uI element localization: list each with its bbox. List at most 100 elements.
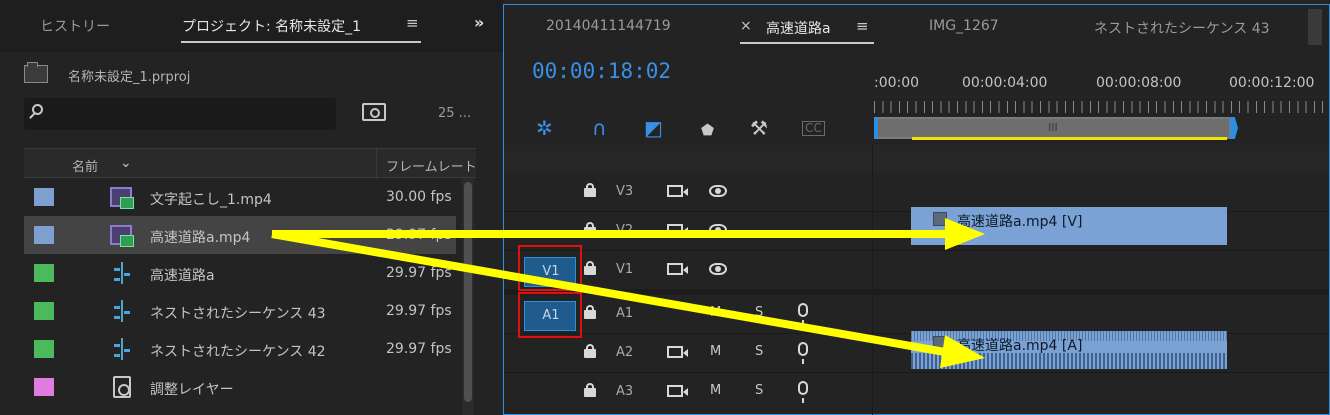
label-color-swatch[interactable] [34,188,54,206]
mute-button[interactable]: M [710,305,721,320]
track-v3: V3 [504,173,1329,211]
playhead-timecode[interactable]: 00:00:18:02 [532,59,671,83]
find-in-bin-icon[interactable] [362,103,386,121]
lock-icon[interactable] [584,305,596,319]
solo-button[interactable]: S [755,383,763,398]
timeline-menu-icon[interactable]: ≡ [856,17,869,35]
track-v1: V1 V1 [504,251,1329,289]
project-list-scrollbar[interactable] [462,178,474,415]
highlight-box-v1 [518,245,582,291]
sync-lock-camera-icon[interactable] [667,346,688,358]
highlight-box-a1 [518,292,582,338]
settings-wrench-icon[interactable]: ⚒ [750,117,768,139]
close-tab-icon[interactable]: × [740,18,752,34]
eye-icon[interactable] [709,224,727,236]
sequence-icon [114,338,130,360]
render-bar [912,137,1227,140]
sync-lock-camera-icon[interactable] [667,263,688,275]
item-frame-rate: 29.97 fps [386,227,452,243]
solo-button[interactable]: S [755,344,763,359]
captions-icon[interactable]: CC [802,121,825,136]
list-item[interactable]: 調整レイヤー [24,368,456,406]
tab-history[interactable]: ヒストリー [40,16,110,36]
track-area: V3 V2 V1 V1 A1 A1 M S A2 M S A3 M S [504,145,1329,415]
tab-sequence-active[interactable]: 高速道路a [766,18,831,38]
timeline-panel: 20140411144719 × 高速道路a ≡ IMG_1267 ネストされた… [503,4,1330,415]
column-frame-rate-header[interactable]: フレームレート [386,156,478,175]
project-panel-tabs: ヒストリー プロジェクト: 名称未設定_1 ≡ » [0,0,503,52]
project-file-icon [24,62,48,83]
track-name: A3 [616,384,634,399]
tab-nested-sequence-43[interactable]: ネストされたシーケンス 43 [1094,18,1270,38]
snap-magnet-icon[interactable]: ∩ [592,117,607,139]
microphone-icon[interactable] [798,342,808,364]
sync-lock-camera-icon[interactable] [667,385,688,397]
lock-icon[interactable] [584,261,596,275]
microphone-icon[interactable] [798,303,808,325]
track-name: V3 [616,184,634,199]
clip-icon [110,187,134,209]
ruler-tick-label: 00:00:12:00 [1229,75,1315,91]
column-divider[interactable] [376,149,377,179]
audio-clip[interactable]: 高速道路a.mp4 [A] [911,331,1227,369]
linked-selection-icon[interactable]: ◩ [644,117,663,139]
project-panel: ヒストリー プロジェクト: 名称未設定_1 ≡ » 名称未設定_1.prproj… [0,0,503,415]
label-color-swatch[interactable] [34,302,54,320]
item-name: ネストされたシーケンス 42 [150,344,326,360]
item-frame-rate: 30.00 fps [386,189,452,205]
track-name: V2 [616,223,634,238]
track-name: V1 [616,262,634,277]
item-name: 調整レイヤー [150,382,234,398]
sync-lock-camera-icon[interactable] [667,185,688,197]
search-input[interactable] [24,98,336,130]
tab-sequence-img-1267[interactable]: IMG_1267 [929,18,999,34]
list-item[interactable]: 文字起こし_1.mp4 30.00 fps [24,178,456,216]
label-color-swatch[interactable] [34,340,54,358]
mute-button[interactable]: M [710,344,721,359]
sequence-icon [114,300,130,322]
work-area-bar[interactable]: III [874,117,1234,139]
track-header-spacer [504,145,1329,173]
work-area-out-handle[interactable] [1230,117,1238,139]
lock-icon[interactable] [584,222,596,236]
add-marker-icon[interactable]: ⬟ [701,119,714,141]
ruler-tick-label: 00:00:04:00 [962,75,1048,91]
audio-waveform [911,353,1227,369]
list-item[interactable]: ネストされたシーケンス 42 29.97 fps [24,330,456,368]
track-a1: A1 A1 M S [504,295,1329,333]
eye-icon[interactable] [709,263,727,275]
sort-chevron-down-icon[interactable]: ⌄ [120,155,132,171]
project-file-name: 名称未設定_1.prproj [68,70,191,85]
nest-insert-icon[interactable]: ✲ [536,117,553,139]
label-color-swatch[interactable] [34,264,54,282]
time-ruler[interactable]: :00:00 00:00:04:00 00:00:08:00 00:00:12:… [874,75,1329,119]
column-name-header[interactable]: 名前 [72,156,98,175]
adjustment-layer-icon [113,376,131,398]
tab-sequence-20140411144719[interactable]: 20140411144719 [546,18,671,34]
list-item[interactable]: 高速道路a 29.97 fps [24,254,456,292]
panel-menu-icon[interactable]: ≡ [406,14,419,32]
search-icon [32,104,43,115]
more-panels-chevron-icon[interactable]: » [474,13,484,32]
list-item[interactable]: ネストされたシーケンス 43 29.97 fps [24,292,456,330]
lock-icon[interactable] [584,344,596,358]
label-color-swatch[interactable] [34,226,54,244]
solo-button[interactable]: S [755,305,763,320]
sync-lock-camera-icon[interactable] [667,224,688,236]
microphone-icon[interactable] [798,381,808,403]
item-name: 高速道路a [150,268,215,284]
list-item-selected[interactable]: 高速道路a.mp4 29.97 fps [24,216,456,254]
ruler-tick-label: 00:00:08:00 [1096,75,1182,91]
lock-icon[interactable] [584,383,596,397]
ruler-tick-label: :00:00 [874,75,920,91]
eye-icon[interactable] [709,185,727,197]
tab-project[interactable]: プロジェクト: 名称未設定_1 [182,16,361,36]
tab-overflow-scroll[interactable] [1308,9,1322,45]
label-color-swatch[interactable] [34,378,54,396]
work-area-in-handle[interactable] [874,117,878,139]
ruler-ticks [874,101,1329,113]
lock-icon[interactable] [584,183,596,197]
active-tab-indicator [181,41,421,43]
video-clip[interactable]: 高速道路a.mp4 [V] [911,207,1227,245]
mute-button[interactable]: M [710,383,721,398]
